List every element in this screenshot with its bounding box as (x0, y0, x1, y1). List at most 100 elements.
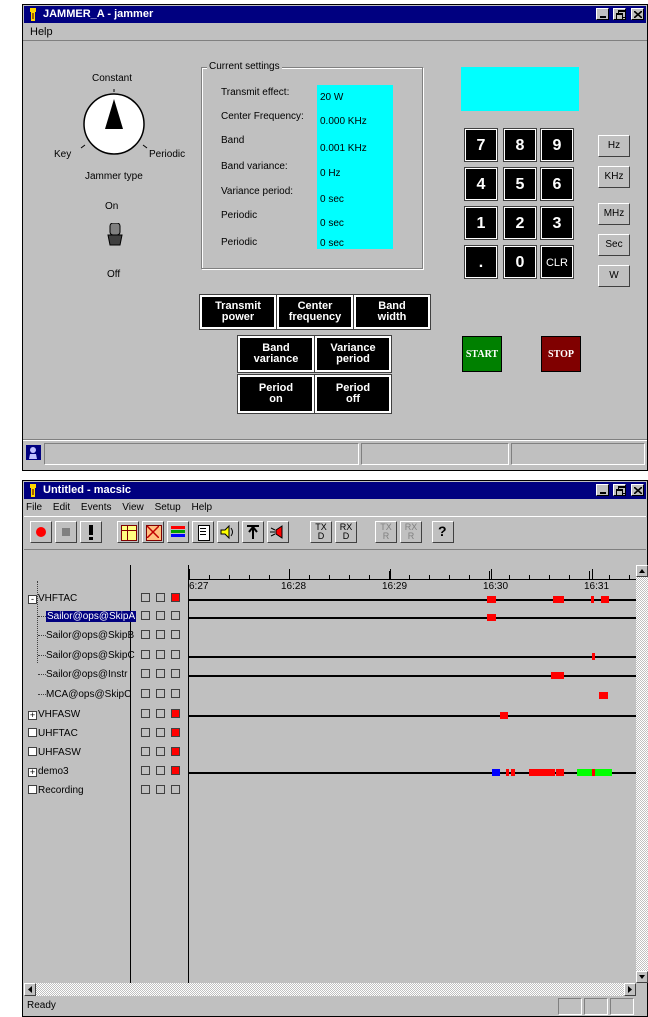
keypad-key-dot[interactable]: . (464, 245, 498, 279)
rx-d-button[interactable]: RX D (335, 521, 357, 543)
event-marker[interactable] (492, 769, 500, 776)
event-marker[interactable] (487, 596, 496, 603)
minimize-button[interactable] (595, 484, 609, 496)
start-button[interactable]: START (462, 336, 502, 372)
restore-button[interactable] (612, 484, 626, 496)
setting-value: 0 sec (320, 238, 344, 249)
tree-node-recording[interactable]: Recording (28, 781, 84, 800)
tree-node-uhftac[interactable]: UHFTAC (28, 724, 78, 743)
record-button[interactable] (30, 521, 52, 543)
tree-node-mca-skipc[interactable]: MCA@ops@SkipC (38, 685, 131, 704)
keypad-key-5[interactable]: 5 (503, 167, 537, 201)
speaker-icon[interactable] (217, 521, 239, 543)
document-icon[interactable] (192, 521, 214, 543)
period-on-button[interactable]: Period on (237, 374, 315, 414)
unit-button-w[interactable]: W (598, 265, 630, 287)
event-marker[interactable] (487, 614, 496, 621)
center-frequency-button[interactable]: Center frequency (276, 294, 354, 330)
tree-node-sailor-skipc[interactable]: Sailor@ops@SkipC (38, 646, 135, 665)
menu-view[interactable]: View (122, 502, 144, 513)
keypad-key-3[interactable]: 3 (540, 206, 574, 240)
transmit-power-button[interactable]: Transmit power (199, 294, 277, 330)
event-marker[interactable] (551, 672, 564, 679)
tree-node-sailor-skipb[interactable]: Sailor@ops@SkipB (38, 626, 134, 645)
unit-button-hz[interactable]: Hz (598, 135, 630, 157)
ruler-tick (369, 575, 370, 579)
grid-view-icon[interactable] (117, 521, 139, 543)
alert-button[interactable] (80, 521, 102, 543)
band-width-button[interactable]: Band width (353, 294, 431, 330)
transmit-icon[interactable] (267, 521, 289, 543)
tree-node-vhfasw[interactable]: + VHFASW (28, 705, 80, 724)
jammer-titlebar[interactable]: JAMMER_A - jammer (24, 6, 646, 23)
keypad-key-0[interactable]: 0 (503, 245, 537, 279)
tree-node-vhftac[interactable]: - VHFTAC (28, 589, 77, 608)
keypad-key-clr[interactable]: CLR (540, 245, 574, 279)
horizontal-scrollbar[interactable] (24, 983, 636, 996)
keypad-key-1[interactable]: 1 (464, 206, 498, 240)
event-marker[interactable] (595, 769, 612, 776)
help-icon[interactable]: ? (432, 521, 454, 543)
event-marker[interactable] (506, 769, 509, 776)
close-button[interactable] (631, 8, 644, 20)
event-marker[interactable] (601, 596, 609, 603)
keypad-key-8[interactable]: 8 (503, 128, 537, 162)
unit-button-mhz[interactable]: MHz (598, 203, 630, 225)
time-tick-label: 16:28 (281, 581, 307, 592)
keypad-key-6[interactable]: 6 (540, 167, 574, 201)
menu-edit[interactable]: Edit (53, 502, 70, 513)
event-marker[interactable] (556, 769, 564, 776)
menu-help[interactable]: Help (30, 26, 53, 38)
minimize-button[interactable] (595, 8, 609, 20)
status-indicator (141, 689, 150, 698)
setting-label: Band variance: (221, 161, 288, 172)
rx-r-button[interactable]: RX R (400, 521, 422, 543)
event-marker[interactable] (500, 712, 508, 719)
setting-value: 0.001 KHz (320, 143, 367, 154)
event-marker[interactable] (599, 692, 608, 699)
tx-r-button[interactable]: TX R (375, 521, 397, 543)
chart-icon[interactable] (167, 521, 189, 543)
variance-period-button[interactable]: Variance period (314, 335, 392, 373)
band-variance-button[interactable]: Band variance (237, 335, 315, 373)
dial-label-constant: Constant (92, 73, 133, 84)
close-button[interactable] (631, 484, 644, 496)
keypad-key-9[interactable]: 9 (540, 128, 574, 162)
tree-node-uhfasw[interactable]: UHFASW (28, 743, 81, 762)
unit-button-khz[interactable]: KHz (598, 166, 630, 188)
ruler-major-tick (390, 569, 391, 579)
stop-record-button[interactable] (55, 521, 77, 543)
event-marker[interactable] (553, 596, 564, 603)
status-indicator (156, 689, 165, 698)
event-marker[interactable] (592, 653, 595, 660)
macsic-titlebar[interactable]: Untitled - macsic (24, 482, 646, 499)
tx-d-button[interactable]: TX D (310, 521, 332, 543)
stop-button[interactable]: STOP (541, 336, 581, 372)
restore-button[interactable] (612, 8, 626, 20)
status-indicator (156, 669, 165, 678)
menu-file[interactable]: File (26, 502, 42, 513)
tree-node-sailor-instr[interactable]: Sailor@ops@Instr (38, 665, 127, 684)
grid-delete-icon[interactable] (142, 521, 164, 543)
event-marker[interactable] (511, 769, 515, 776)
dial-label-key: Key (54, 149, 72, 160)
power-toggle-switch[interactable] (107, 223, 123, 247)
keypad-key-4[interactable]: 4 (464, 167, 498, 201)
antenna-icon[interactable] (242, 521, 264, 543)
keypad-key-7[interactable]: 7 (464, 128, 498, 162)
event-marker[interactable] (591, 596, 594, 603)
unit-button-sec[interactable]: Sec (598, 234, 630, 256)
tree-node-demo3[interactable]: + demo3 (28, 762, 69, 781)
menu-events[interactable]: Events (81, 502, 112, 513)
period-off-button[interactable]: Period off (314, 374, 392, 414)
event-marker[interactable] (529, 769, 555, 776)
keypad-key-2[interactable]: 2 (503, 206, 537, 240)
vertical-scrollbar[interactable] (636, 565, 648, 983)
status-indicator (171, 611, 180, 620)
jammer-type-dial[interactable] (79, 89, 149, 159)
menu-help[interactable]: Help (191, 502, 212, 513)
tree-node-sailor-skipa[interactable]: Sailor@ops@SkipA (38, 607, 137, 626)
status-indicator (141, 709, 150, 718)
menu-setup[interactable]: Setup (155, 502, 181, 513)
status-indicator (156, 728, 165, 737)
